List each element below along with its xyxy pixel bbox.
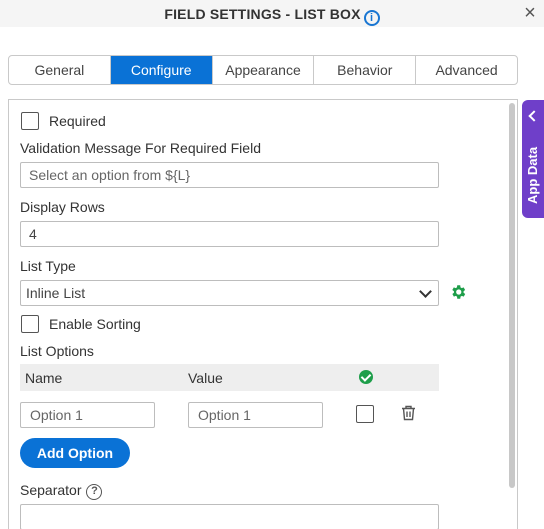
- list-options-label: List Options: [20, 343, 94, 359]
- tab-advanced[interactable]: Advanced: [416, 56, 517, 84]
- trash-icon[interactable]: [401, 405, 416, 421]
- separator-input[interactable]: [20, 504, 439, 529]
- configure-panel: Required Validation Message For Required…: [8, 99, 518, 529]
- option-value-input[interactable]: Option 1: [188, 402, 323, 428]
- app-data-toggle[interactable]: App Data: [522, 100, 544, 218]
- separator-row: Separator?: [20, 482, 103, 500]
- check-circle-icon: [359, 370, 373, 384]
- help-icon[interactable]: ?: [86, 484, 103, 500]
- panel-scrollbar[interactable]: [509, 103, 515, 488]
- dialog-title: FIELD SETTINGS - LIST BOX: [164, 6, 361, 22]
- list-type-value: Inline List: [26, 285, 86, 301]
- list-type-select[interactable]: Inline List: [20, 280, 439, 306]
- required-checkbox[interactable]: [21, 112, 39, 130]
- option-default-checkbox[interactable]: [356, 405, 374, 423]
- info-icon[interactable]: i: [363, 10, 380, 26]
- tab-appearance[interactable]: Appearance: [213, 56, 315, 84]
- validation-message-input[interactable]: Select an option from ${L}: [20, 162, 439, 188]
- chevron-left-icon: [528, 110, 540, 122]
- tab-configure[interactable]: Configure: [110, 56, 213, 84]
- tab-general[interactable]: General: [9, 56, 111, 84]
- column-name-header: Name: [25, 370, 63, 386]
- required-label: Required: [49, 113, 106, 129]
- display-rows-input[interactable]: 4: [20, 221, 439, 247]
- dialog-header: FIELD SETTINGS - LIST BOX i ×: [0, 0, 544, 27]
- add-option-button[interactable]: Add Option: [20, 438, 130, 468]
- tab-behavior[interactable]: Behavior: [314, 56, 417, 84]
- validation-message-label: Validation Message For Required Field: [20, 140, 261, 156]
- gear-icon[interactable]: [449, 283, 467, 301]
- list-options-header: Name Value: [20, 364, 439, 391]
- tab-bar: General Configure Appearance Behavior Ad…: [8, 55, 518, 85]
- list-type-label: List Type: [20, 258, 76, 274]
- option-name-input[interactable]: Option 1: [20, 402, 155, 428]
- column-value-header: Value: [188, 370, 223, 386]
- chevron-down-icon: [419, 285, 432, 298]
- display-rows-label: Display Rows: [20, 199, 105, 215]
- enable-sorting-checkbox[interactable]: [21, 315, 39, 333]
- separator-label: Separator: [20, 482, 82, 498]
- enable-sorting-label: Enable Sorting: [49, 316, 141, 332]
- close-icon[interactable]: ×: [520, 3, 540, 23]
- app-data-label: App Data: [525, 146, 540, 204]
